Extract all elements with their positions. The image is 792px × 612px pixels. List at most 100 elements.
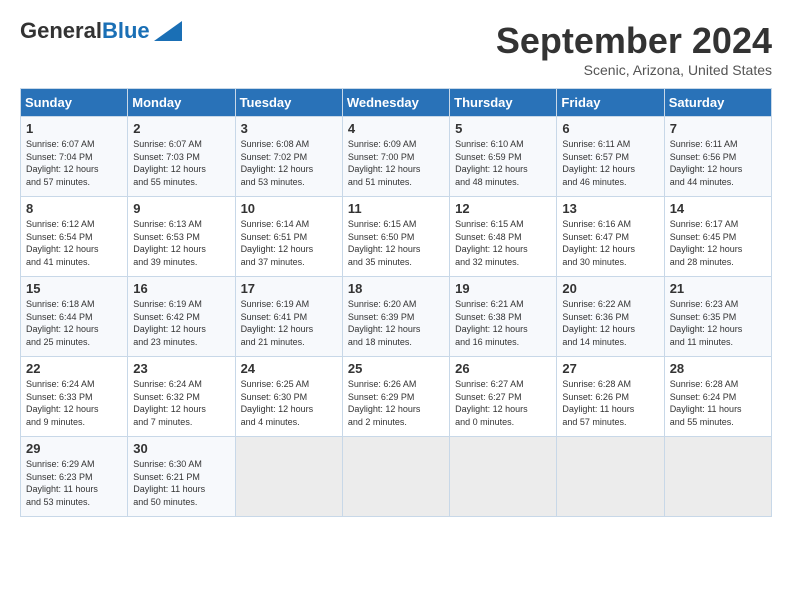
day-number: 5	[455, 121, 551, 136]
calendar-cell: 7 Sunrise: 6:11 AM Sunset: 6:56 PM Daylig…	[664, 117, 771, 197]
day-number: 26	[455, 361, 551, 376]
header-wednesday: Wednesday	[342, 89, 449, 117]
day-info: Sunrise: 6:11 AM Sunset: 6:56 PM Dayligh…	[670, 138, 766, 188]
day-info: Sunrise: 6:15 AM Sunset: 6:48 PM Dayligh…	[455, 218, 551, 268]
header-thursday: Thursday	[450, 89, 557, 117]
day-info: Sunrise: 6:28 AM Sunset: 6:24 PM Dayligh…	[670, 378, 766, 428]
calendar-cell: 2Sunrise: 6:07 AM Sunset: 7:03 PM Daylig…	[128, 117, 235, 197]
calendar-cell: 27 Sunrise: 6:28 AM Sunset: 6:26 PM Dayli…	[557, 357, 664, 437]
calendar-cell	[342, 437, 449, 517]
day-number: 3	[241, 121, 337, 136]
day-number: 2	[133, 121, 229, 136]
day-number: 9	[133, 201, 229, 216]
day-info: Sunrise: 6:19 AM Sunset: 6:41 PM Dayligh…	[241, 298, 337, 348]
calendar-cell: 26 Sunrise: 6:27 AM Sunset: 6:27 PM Dayli…	[450, 357, 557, 437]
calendar-week-5: 29 Sunrise: 6:29 AM Sunset: 6:23 PM Dayli…	[21, 437, 772, 517]
day-info: Sunrise: 6:21 AM Sunset: 6:38 PM Dayligh…	[455, 298, 551, 348]
day-number: 29	[26, 441, 122, 456]
day-number: 19	[455, 281, 551, 296]
calendar-cell: 21 Sunrise: 6:23 AM Sunset: 6:35 PM Dayli…	[664, 277, 771, 357]
day-number: 20	[562, 281, 658, 296]
calendar-week-3: 15 Sunrise: 6:18 AM Sunset: 6:44 PM Dayli…	[21, 277, 772, 357]
day-number: 13	[562, 201, 658, 216]
day-number: 27	[562, 361, 658, 376]
day-info: Sunrise: 6:28 AM Sunset: 6:26 PM Dayligh…	[562, 378, 658, 428]
calendar-week-4: 22 Sunrise: 6:24 AM Sunset: 6:33 PM Dayli…	[21, 357, 772, 437]
day-info: Sunrise: 6:12 AM Sunset: 6:54 PM Dayligh…	[26, 218, 122, 268]
calendar-cell: 13 Sunrise: 6:16 AM Sunset: 6:47 PM Dayli…	[557, 197, 664, 277]
calendar-cell: 1 Sunrise: 6:07 AM Sunset: 7:04 PM Daylig…	[21, 117, 128, 197]
day-info: Sunrise: 6:24 AM Sunset: 6:33 PM Dayligh…	[26, 378, 122, 428]
calendar-cell: 28 Sunrise: 6:28 AM Sunset: 6:24 PM Dayli…	[664, 357, 771, 437]
day-number: 7	[670, 121, 766, 136]
calendar-table: SundayMondayTuesdayWednesdayThursdayFrid…	[20, 88, 772, 517]
calendar-cell: 8 Sunrise: 6:12 AM Sunset: 6:54 PM Daylig…	[21, 197, 128, 277]
day-number: 28	[670, 361, 766, 376]
month-title: September 2024	[496, 20, 772, 62]
day-number: 11	[348, 201, 444, 216]
day-info: Sunrise: 6:13 AM Sunset: 6:53 PM Dayligh…	[133, 218, 229, 268]
calendar-cell: 20Sunrise: 6:22 AM Sunset: 6:36 PM Dayli…	[557, 277, 664, 357]
calendar-cell	[557, 437, 664, 517]
day-number: 18	[348, 281, 444, 296]
day-number: 8	[26, 201, 122, 216]
calendar-cell	[664, 437, 771, 517]
calendar-cell: 25 Sunrise: 6:26 AM Sunset: 6:29 PM Dayli…	[342, 357, 449, 437]
calendar-cell: 30Sunrise: 6:30 AM Sunset: 6:21 PM Dayli…	[128, 437, 235, 517]
day-info: Sunrise: 6:18 AM Sunset: 6:44 PM Dayligh…	[26, 298, 122, 348]
calendar-cell	[235, 437, 342, 517]
calendar-header-row: SundayMondayTuesdayWednesdayThursdayFrid…	[21, 89, 772, 117]
calendar-cell: 23 Sunrise: 6:24 AM Sunset: 6:32 PM Dayli…	[128, 357, 235, 437]
calendar-cell: 16 Sunrise: 6:19 AM Sunset: 6:42 PM Dayli…	[128, 277, 235, 357]
day-info: Sunrise: 6:27 AM Sunset: 6:27 PM Dayligh…	[455, 378, 551, 428]
day-number: 14	[670, 201, 766, 216]
day-info: Sunrise: 6:14 AM Sunset: 6:51 PM Dayligh…	[241, 218, 337, 268]
day-info: Sunrise: 6:24 AM Sunset: 6:32 PM Dayligh…	[133, 378, 229, 428]
calendar-cell: 17 Sunrise: 6:19 AM Sunset: 6:41 PM Dayli…	[235, 277, 342, 357]
day-info: Sunrise: 6:07 AM Sunset: 7:04 PM Dayligh…	[26, 138, 122, 188]
calendar-cell: 11 Sunrise: 6:15 AM Sunset: 6:50 PM Dayli…	[342, 197, 449, 277]
day-info: Sunrise: 6:23 AM Sunset: 6:35 PM Dayligh…	[670, 298, 766, 348]
calendar-cell: 12 Sunrise: 6:15 AM Sunset: 6:48 PM Dayli…	[450, 197, 557, 277]
day-info: Sunrise: 6:16 AM Sunset: 6:47 PM Dayligh…	[562, 218, 658, 268]
day-number: 25	[348, 361, 444, 376]
title-area: September 2024 Scenic, Arizona, United S…	[496, 20, 772, 78]
day-info: Sunrise: 6:10 AM Sunset: 6:59 PM Dayligh…	[455, 138, 551, 188]
calendar-week-1: 1 Sunrise: 6:07 AM Sunset: 7:04 PM Daylig…	[21, 117, 772, 197]
header-friday: Friday	[557, 89, 664, 117]
day-number: 10	[241, 201, 337, 216]
calendar-week-2: 8 Sunrise: 6:12 AM Sunset: 6:54 PM Daylig…	[21, 197, 772, 277]
day-number: 15	[26, 281, 122, 296]
logo-icon	[154, 21, 182, 41]
calendar-cell: 4 Sunrise: 6:09 AM Sunset: 7:00 PM Daylig…	[342, 117, 449, 197]
day-number: 6	[562, 121, 658, 136]
logo-blue: Blue	[102, 18, 150, 43]
day-info: Sunrise: 6:08 AM Sunset: 7:02 PM Dayligh…	[241, 138, 337, 188]
day-info: Sunrise: 6:09 AM Sunset: 7:00 PM Dayligh…	[348, 138, 444, 188]
calendar-cell: 24Sunrise: 6:25 AM Sunset: 6:30 PM Dayli…	[235, 357, 342, 437]
header-sunday: Sunday	[21, 89, 128, 117]
header-monday: Monday	[128, 89, 235, 117]
header-saturday: Saturday	[664, 89, 771, 117]
day-number: 17	[241, 281, 337, 296]
day-info: Sunrise: 6:29 AM Sunset: 6:23 PM Dayligh…	[26, 458, 122, 508]
day-number: 23	[133, 361, 229, 376]
calendar-cell: 15 Sunrise: 6:18 AM Sunset: 6:44 PM Dayli…	[21, 277, 128, 357]
day-info: Sunrise: 6:26 AM Sunset: 6:29 PM Dayligh…	[348, 378, 444, 428]
day-number: 22	[26, 361, 122, 376]
calendar-cell: 9 Sunrise: 6:13 AM Sunset: 6:53 PM Daylig…	[128, 197, 235, 277]
day-number: 16	[133, 281, 229, 296]
day-number: 4	[348, 121, 444, 136]
day-info: Sunrise: 6:30 AM Sunset: 6:21 PM Dayligh…	[133, 458, 229, 508]
logo-general: General	[20, 18, 102, 43]
calendar-cell: 22 Sunrise: 6:24 AM Sunset: 6:33 PM Dayli…	[21, 357, 128, 437]
logo: GeneralBlue	[20, 20, 182, 42]
calendar-cell: 5 Sunrise: 6:10 AM Sunset: 6:59 PM Daylig…	[450, 117, 557, 197]
day-info: Sunrise: 6:15 AM Sunset: 6:50 PM Dayligh…	[348, 218, 444, 268]
location-text: Scenic, Arizona, United States	[496, 62, 772, 78]
day-number: 1	[26, 121, 122, 136]
day-info: Sunrise: 6:19 AM Sunset: 6:42 PM Dayligh…	[133, 298, 229, 348]
day-number: 21	[670, 281, 766, 296]
day-info: Sunrise: 6:17 AM Sunset: 6:45 PM Dayligh…	[670, 218, 766, 268]
day-number: 12	[455, 201, 551, 216]
